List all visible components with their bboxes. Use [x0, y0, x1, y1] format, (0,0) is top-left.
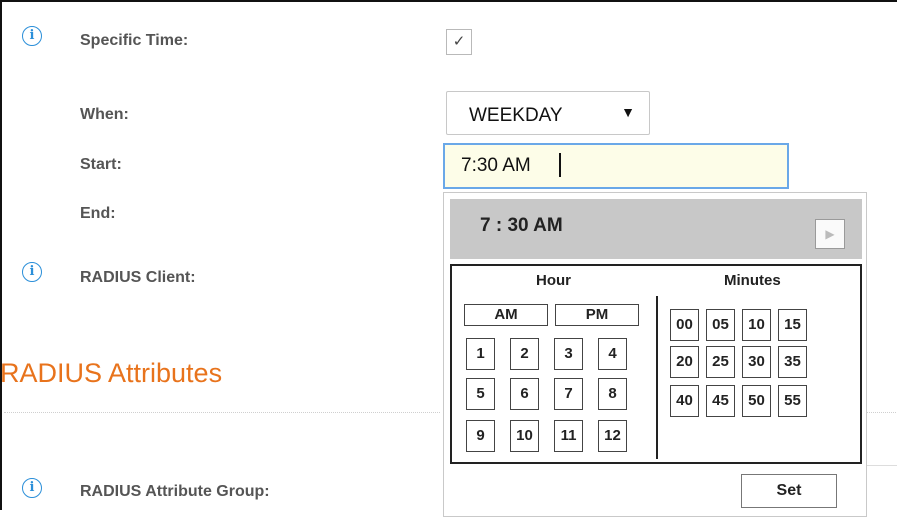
radius-attribute-group-label: RADIUS Attribute Group: [80, 483, 270, 500]
hour-button[interactable]: 9 [466, 420, 495, 452]
column-separator [656, 296, 658, 459]
info-icon[interactable]: i [22, 478, 42, 498]
specific-time-label: Specific Time: [80, 32, 189, 49]
time-picker-header: 7 : 30 AM ▶ [450, 199, 862, 259]
minute-button[interactable]: 35 [778, 346, 807, 378]
hour-button[interactable]: 10 [510, 420, 539, 452]
when-select-value: WEEKDAY [469, 105, 563, 126]
hour-button[interactable]: 5 [466, 378, 495, 410]
hour-button[interactable]: 2 [510, 338, 539, 370]
minute-button[interactable]: 20 [670, 346, 699, 378]
play-arrow-icon: ▶ [825, 227, 835, 241]
start-time-input[interactable]: 7:30 AM [443, 143, 789, 189]
pm-button[interactable]: PM [555, 304, 639, 326]
info-icon[interactable]: i [22, 26, 42, 46]
section-divider [866, 412, 896, 413]
radius-client-label: RADIUS Client: [80, 269, 196, 286]
minute-button[interactable]: 05 [706, 309, 735, 341]
hour-column-title: Hour [536, 272, 571, 289]
hour-button[interactable]: 11 [554, 420, 583, 452]
minute-button[interactable]: 30 [742, 346, 771, 378]
section-title: RADIUS Attributes [0, 358, 223, 388]
minute-button[interactable]: 40 [670, 385, 699, 417]
hour-button[interactable]: 3 [554, 338, 583, 370]
field-underline [866, 465, 897, 466]
specific-time-checkbox[interactable]: ✓ [446, 29, 472, 55]
hour-button[interactable]: 6 [510, 378, 539, 410]
minute-button[interactable]: 45 [706, 385, 735, 417]
section-divider [4, 412, 440, 413]
hour-button[interactable]: 1 [466, 338, 495, 370]
time-picker-popup: 7 : 30 AM ▶ Hour Minutes AM PM 1 2 3 4 5… [443, 192, 867, 517]
set-button[interactable]: Set [741, 474, 837, 508]
minute-button[interactable]: 10 [742, 309, 771, 341]
when-select[interactable]: WEEKDAY ▼ [446, 91, 650, 135]
frame-border-top [0, 0, 897, 2]
selected-time: 7 : 30 AM [480, 215, 563, 236]
start-label: Start: [80, 156, 122, 173]
frame-border-left [0, 0, 2, 510]
am-button[interactable]: AM [464, 304, 548, 326]
hour-button[interactable]: 4 [598, 338, 627, 370]
dropdown-arrow-icon: ▼ [621, 104, 635, 120]
end-label: End: [80, 205, 116, 222]
when-label: When: [80, 106, 129, 123]
minute-button[interactable]: 50 [742, 385, 771, 417]
hour-button[interactable]: 8 [598, 378, 627, 410]
next-arrow-button[interactable]: ▶ [815, 219, 845, 249]
minutes-column-title: Minutes [724, 272, 781, 289]
minute-button[interactable]: 15 [778, 309, 807, 341]
minute-button[interactable]: 00 [670, 309, 699, 341]
minute-button[interactable]: 55 [778, 385, 807, 417]
time-grid: Hour Minutes AM PM 1 2 3 4 5 6 7 8 9 10 … [450, 264, 862, 464]
start-time-value: 7:30 AM [461, 155, 531, 176]
text-cursor [559, 153, 561, 177]
hour-button[interactable]: 7 [554, 378, 583, 410]
hour-button[interactable]: 12 [598, 420, 627, 452]
check-icon: ✓ [452, 33, 466, 50]
info-icon[interactable]: i [22, 262, 42, 282]
minute-button[interactable]: 25 [706, 346, 735, 378]
